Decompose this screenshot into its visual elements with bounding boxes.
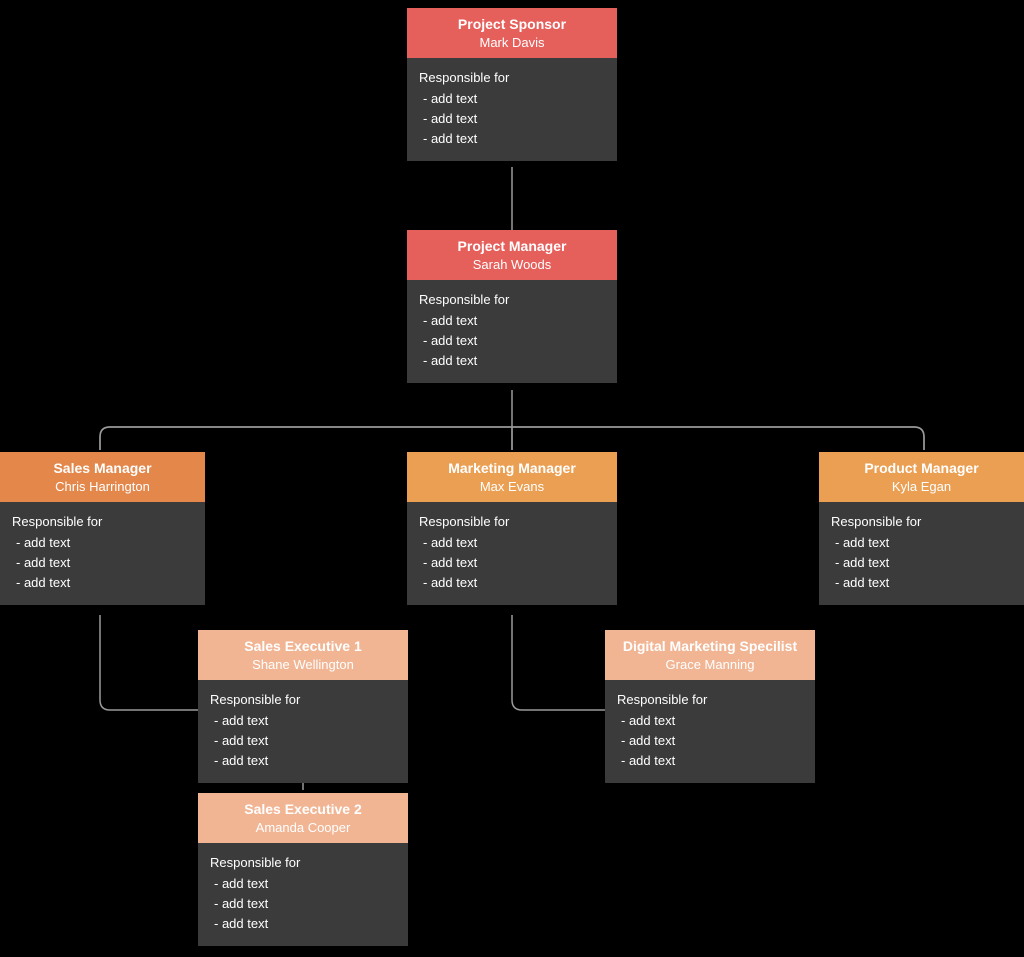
node-body: Responsible for - add text - add text - … [198,843,408,946]
node-product-manager[interactable]: Product Manager Kyla Egan Responsible fo… [819,452,1024,605]
node-header: Marketing Manager Max Evans [407,452,617,502]
node-name: Chris Harrington [6,479,199,495]
resp-line: - add text [12,553,193,573]
node-name: Mark Davis [413,35,611,51]
node-title: Marketing Manager [413,460,611,477]
node-header: Sales Manager Chris Harrington [0,452,205,502]
node-name: Grace Manning [611,657,809,673]
resp-line: - add text [617,711,803,731]
resp-line: - add text [210,751,396,771]
node-header: Digital Marketing Specilist Grace Mannin… [605,630,815,680]
node-header: Project Sponsor Mark Davis [407,8,617,58]
resp-header: Responsible for [419,512,605,532]
node-body: Responsible for - add text - add text - … [0,502,205,605]
node-marketing-manager[interactable]: Marketing Manager Max Evans Responsible … [407,452,617,605]
node-body: Responsible for - add text - add text - … [198,680,408,783]
resp-header: Responsible for [831,512,1012,532]
node-project-manager[interactable]: Project Manager Sarah Woods Responsible … [407,230,617,383]
node-header: Product Manager Kyla Egan [819,452,1024,502]
node-body: Responsible for - add text - add text - … [605,680,815,783]
node-title: Sales Manager [6,460,199,477]
resp-header: Responsible for [210,853,396,873]
resp-line: - add text [831,553,1012,573]
node-name: Kyla Egan [825,479,1018,495]
node-sales-manager[interactable]: Sales Manager Chris Harrington Responsib… [0,452,205,605]
node-body: Responsible for - add text - add text - … [407,280,617,383]
resp-line: - add text [419,351,605,371]
node-body: Responsible for - add text - add text - … [819,502,1024,605]
org-chart-canvas: Project Sponsor Mark Davis Responsible f… [0,0,1024,957]
node-title: Sales Executive 2 [204,801,402,818]
node-project-sponsor[interactable]: Project Sponsor Mark Davis Responsible f… [407,8,617,161]
resp-line: - add text [12,533,193,553]
node-header: Sales Executive 2 Amanda Cooper [198,793,408,843]
resp-header: Responsible for [419,290,605,310]
resp-line: - add text [419,129,605,149]
resp-line: - add text [419,311,605,331]
resp-line: - add text [831,533,1012,553]
node-sales-executive-2[interactable]: Sales Executive 2 Amanda Cooper Responsi… [198,793,408,946]
node-title: Project Manager [413,238,611,255]
resp-line: - add text [210,711,396,731]
node-title: Product Manager [825,460,1018,477]
resp-line: - add text [210,874,396,894]
node-header: Sales Executive 1 Shane Wellington [198,630,408,680]
resp-line: - add text [419,573,605,593]
resp-line: - add text [12,573,193,593]
node-title: Project Sponsor [413,16,611,33]
resp-line: - add text [419,331,605,351]
resp-line: - add text [210,914,396,934]
resp-line: - add text [210,894,396,914]
node-name: Sarah Woods [413,257,611,273]
resp-header: Responsible for [12,512,193,532]
node-title: Sales Executive 1 [204,638,402,655]
resp-line: - add text [419,533,605,553]
resp-line: - add text [210,731,396,751]
node-body: Responsible for - add text - add text - … [407,58,617,161]
resp-line: - add text [617,751,803,771]
node-name: Max Evans [413,479,611,495]
resp-line: - add text [831,573,1012,593]
node-body: Responsible for - add text - add text - … [407,502,617,605]
node-name: Amanda Cooper [204,820,402,836]
resp-line: - add text [419,553,605,573]
node-header: Project Manager Sarah Woods [407,230,617,280]
resp-header: Responsible for [210,690,396,710]
node-digital-marketing-specialist[interactable]: Digital Marketing Specilist Grace Mannin… [605,630,815,783]
resp-line: - add text [617,731,803,751]
resp-line: - add text [419,109,605,129]
resp-header: Responsible for [419,68,605,88]
node-sales-executive-1[interactable]: Sales Executive 1 Shane Wellington Respo… [198,630,408,783]
resp-header: Responsible for [617,690,803,710]
node-title: Digital Marketing Specilist [611,638,809,655]
resp-line: - add text [419,89,605,109]
node-name: Shane Wellington [204,657,402,673]
